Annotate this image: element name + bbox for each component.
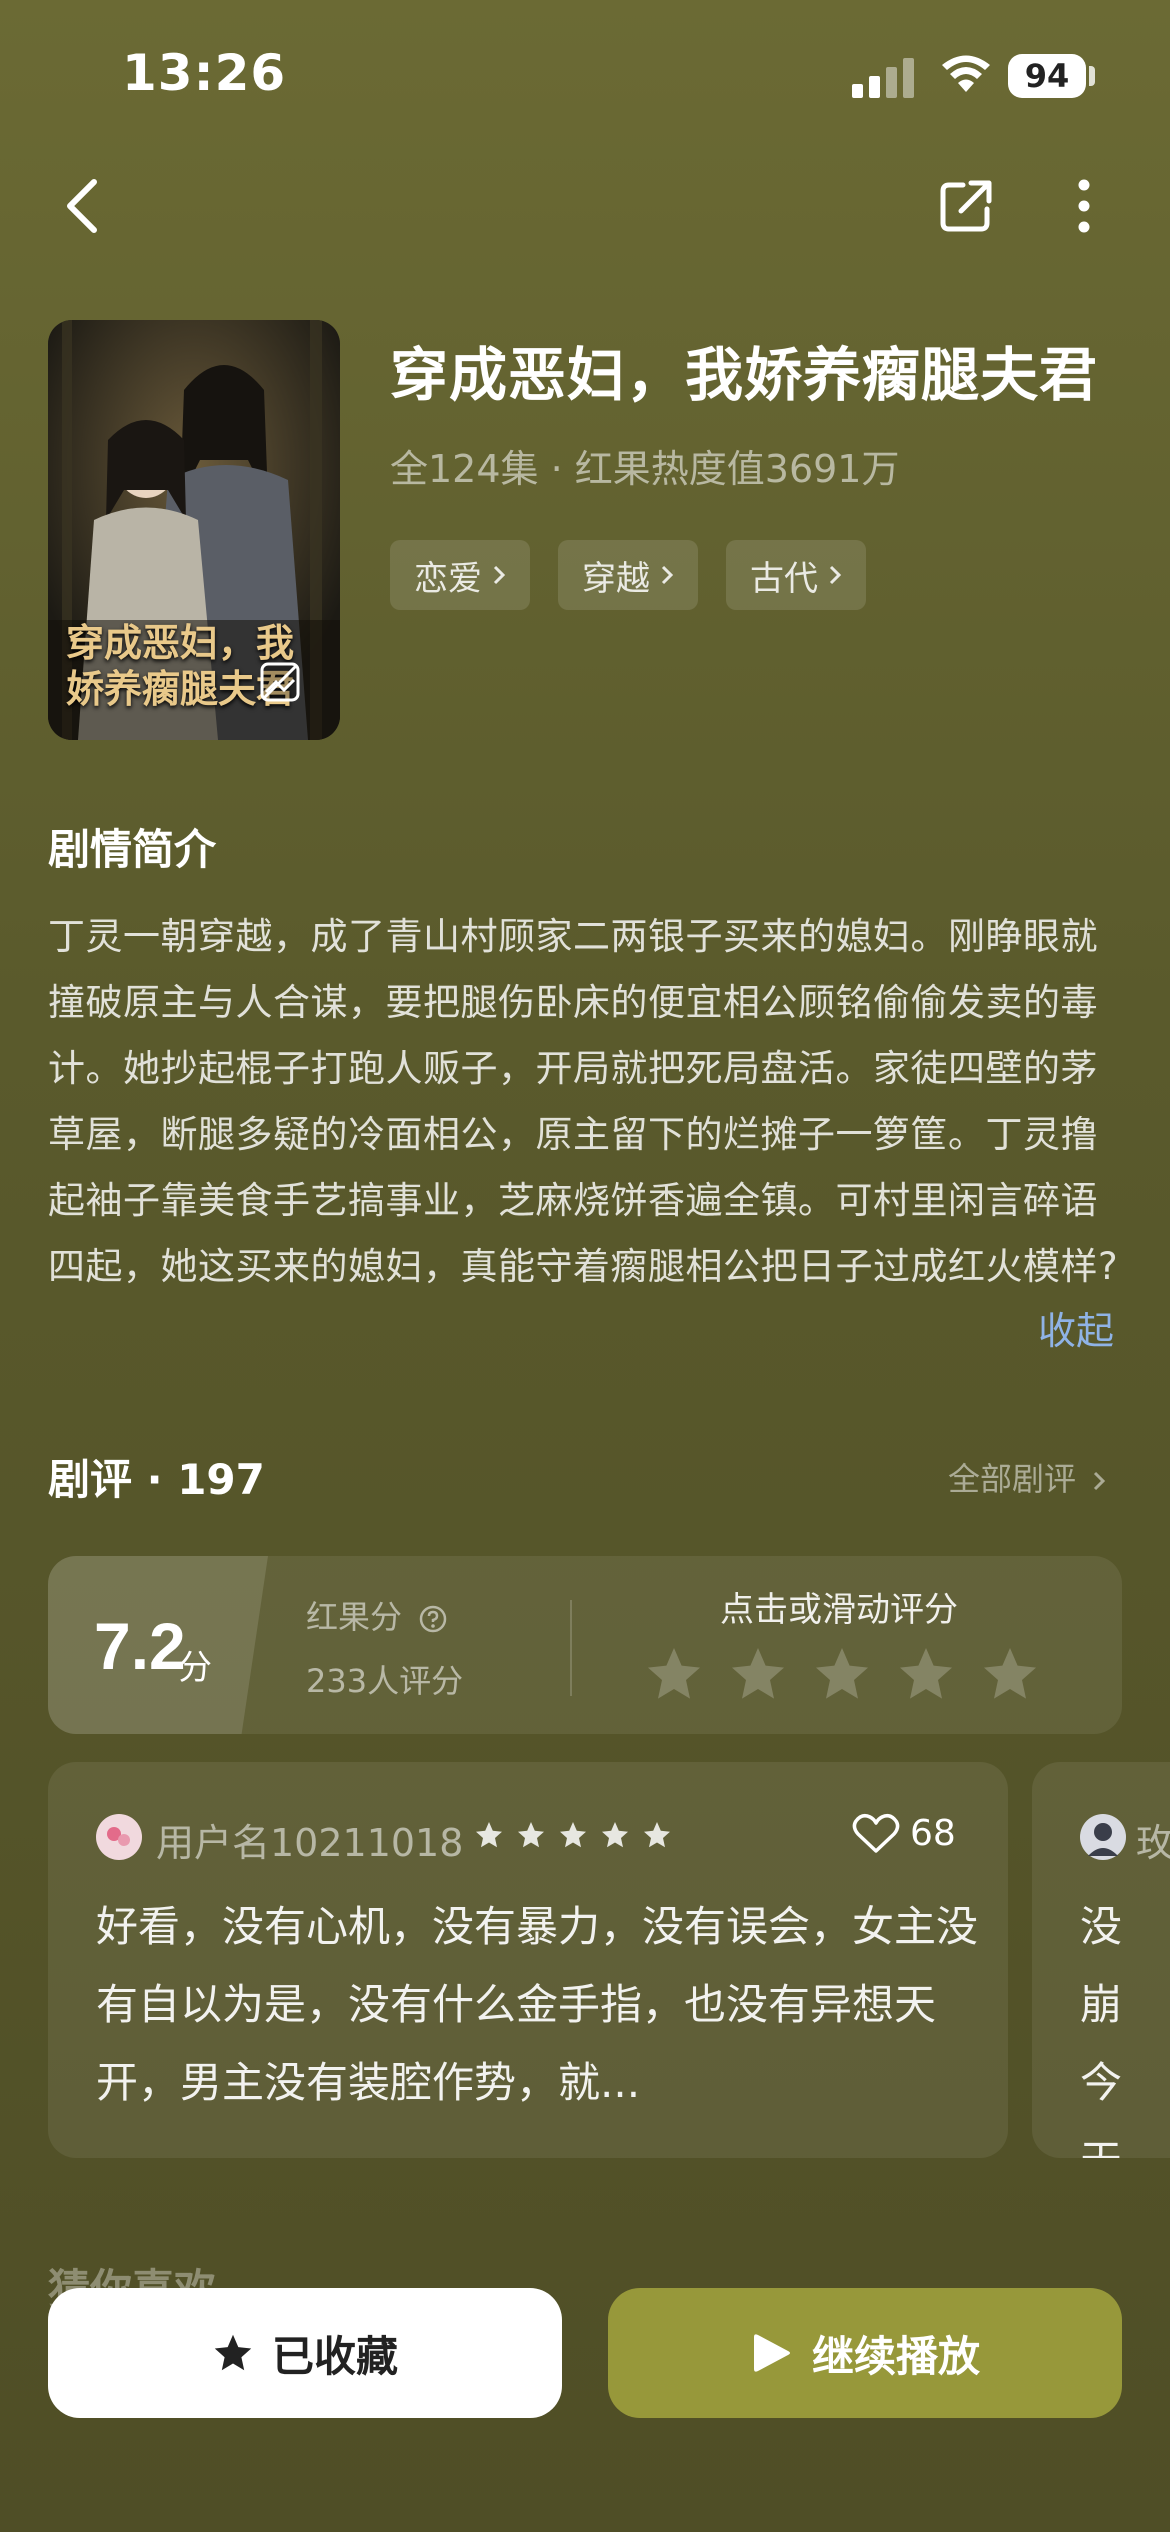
like-button[interactable]: 68: [852, 1812, 956, 1854]
wifi-icon: [942, 55, 990, 92]
reviewer-name: 玫: [1136, 1821, 1170, 1865]
hongguo-score-text: 红果分: [306, 1598, 403, 1636]
tag-label: 恋爱: [414, 558, 482, 599]
star-filled-icon: [518, 1822, 544, 1848]
drama-cover-image[interactable]: 穿成恶妇，我娇养瘸腿夫君: [48, 320, 340, 740]
collapse-button[interactable]: 收起: [1038, 1300, 1114, 1355]
more-vertical-icon: [1078, 179, 1090, 233]
battery-tip: [1089, 66, 1095, 86]
star-filled-icon: [560, 1822, 586, 1848]
tag-label: 古代: [750, 558, 818, 599]
like-count: 68: [910, 1812, 956, 1854]
synopsis-heading: 剧情简介: [48, 825, 217, 874]
user-avatar: [1080, 1814, 1126, 1860]
star-filled-icon: [214, 2334, 252, 2371]
drama-title: 穿成恶妇，我娇养瘸腿夫君: [390, 341, 1099, 409]
tag-romance[interactable]: 恋爱: [390, 540, 530, 610]
image-broken-icon: [260, 662, 300, 702]
drama-meta: 全124集 · 红果热度值3691万: [390, 447, 900, 491]
rating-stars-input[interactable]: [644, 1644, 1040, 1704]
share-icon: [940, 180, 992, 232]
heart-icon: [852, 1813, 900, 1853]
more-options-button[interactable]: [1044, 166, 1124, 246]
continue-play-label: 继续播放: [811, 2331, 980, 2381]
rating-card: 7.2 分 红果分 233人评分 点击或滑动评分: [48, 1556, 1122, 1734]
status-time: 13:26: [122, 44, 287, 102]
chevron-right-icon: [829, 565, 842, 585]
user-avatar: [96, 1814, 142, 1860]
hongguo-score-label: 红果分: [306, 1592, 448, 1638]
review-card[interactable]: 玫 没崩今天有钱: [1032, 1762, 1170, 2158]
continue-play-button[interactable]: 继续播放: [608, 2288, 1122, 2418]
play-icon: [753, 2334, 790, 2372]
star-outline-icon[interactable]: [644, 1644, 704, 1704]
reviews-heading: 剧评 · 197: [48, 1455, 265, 1504]
help-icon[interactable]: [418, 1604, 448, 1634]
share-button[interactable]: [926, 166, 1006, 246]
review-stars: [474, 1820, 672, 1850]
battery-indicator: 94: [1008, 54, 1086, 98]
review-card[interactable]: 用户名10211018 68 好看，没有心机，没有暴力，没有误会，女主没有自以为…: [48, 1762, 1008, 2158]
reviewer-name: 用户名10211018: [156, 1821, 464, 1865]
star-filled-icon: [476, 1822, 502, 1848]
rate-prompt: 点击或滑动评分: [720, 1590, 958, 1630]
chevron-right-icon: [661, 565, 674, 585]
review-text: 好看，没有心机，没有暴力，没有误会，女主没有自以为是，没有什么金手指，也没有异想…: [96, 1902, 979, 2107]
collected-button[interactable]: 已收藏: [48, 2288, 562, 2418]
all-reviews-link[interactable]: 全部剧评: [948, 1454, 1106, 1500]
all-reviews-label: 全部剧评: [948, 1460, 1077, 1498]
chevron-right-icon: [1094, 1471, 1106, 1491]
star-filled-icon: [602, 1822, 628, 1848]
star-outline-icon[interactable]: [896, 1644, 956, 1704]
rating-score-unit: 分: [178, 1648, 212, 1688]
divider: [570, 1600, 572, 1696]
collected-label: 已收藏: [271, 2331, 398, 2381]
review-text: 没崩今天有钱: [1080, 1902, 1123, 2158]
tag-ancient[interactable]: 古代: [726, 540, 866, 610]
synopsis-text: 丁灵一朝穿越，成了青山村顾家二两银子买来的媳妇。刚睁眼就撞破原主与人合谋，要把腿…: [48, 915, 1119, 1288]
star-filled-icon: [644, 1822, 670, 1848]
rating-count: 233人评分: [306, 1662, 464, 1700]
star-outline-icon[interactable]: [980, 1644, 1040, 1704]
star-outline-icon[interactable]: [728, 1644, 788, 1704]
tag-label: 穿越: [582, 558, 650, 599]
rating-score: 7.2: [94, 1609, 186, 1683]
tag-time-travel[interactable]: 穿越: [558, 540, 698, 610]
chevron-left-icon: [67, 179, 97, 233]
chevron-right-icon: [493, 565, 506, 585]
cellular-signal-icon: [852, 58, 914, 98]
star-outline-icon[interactable]: [812, 1644, 872, 1704]
back-button[interactable]: [42, 166, 122, 246]
